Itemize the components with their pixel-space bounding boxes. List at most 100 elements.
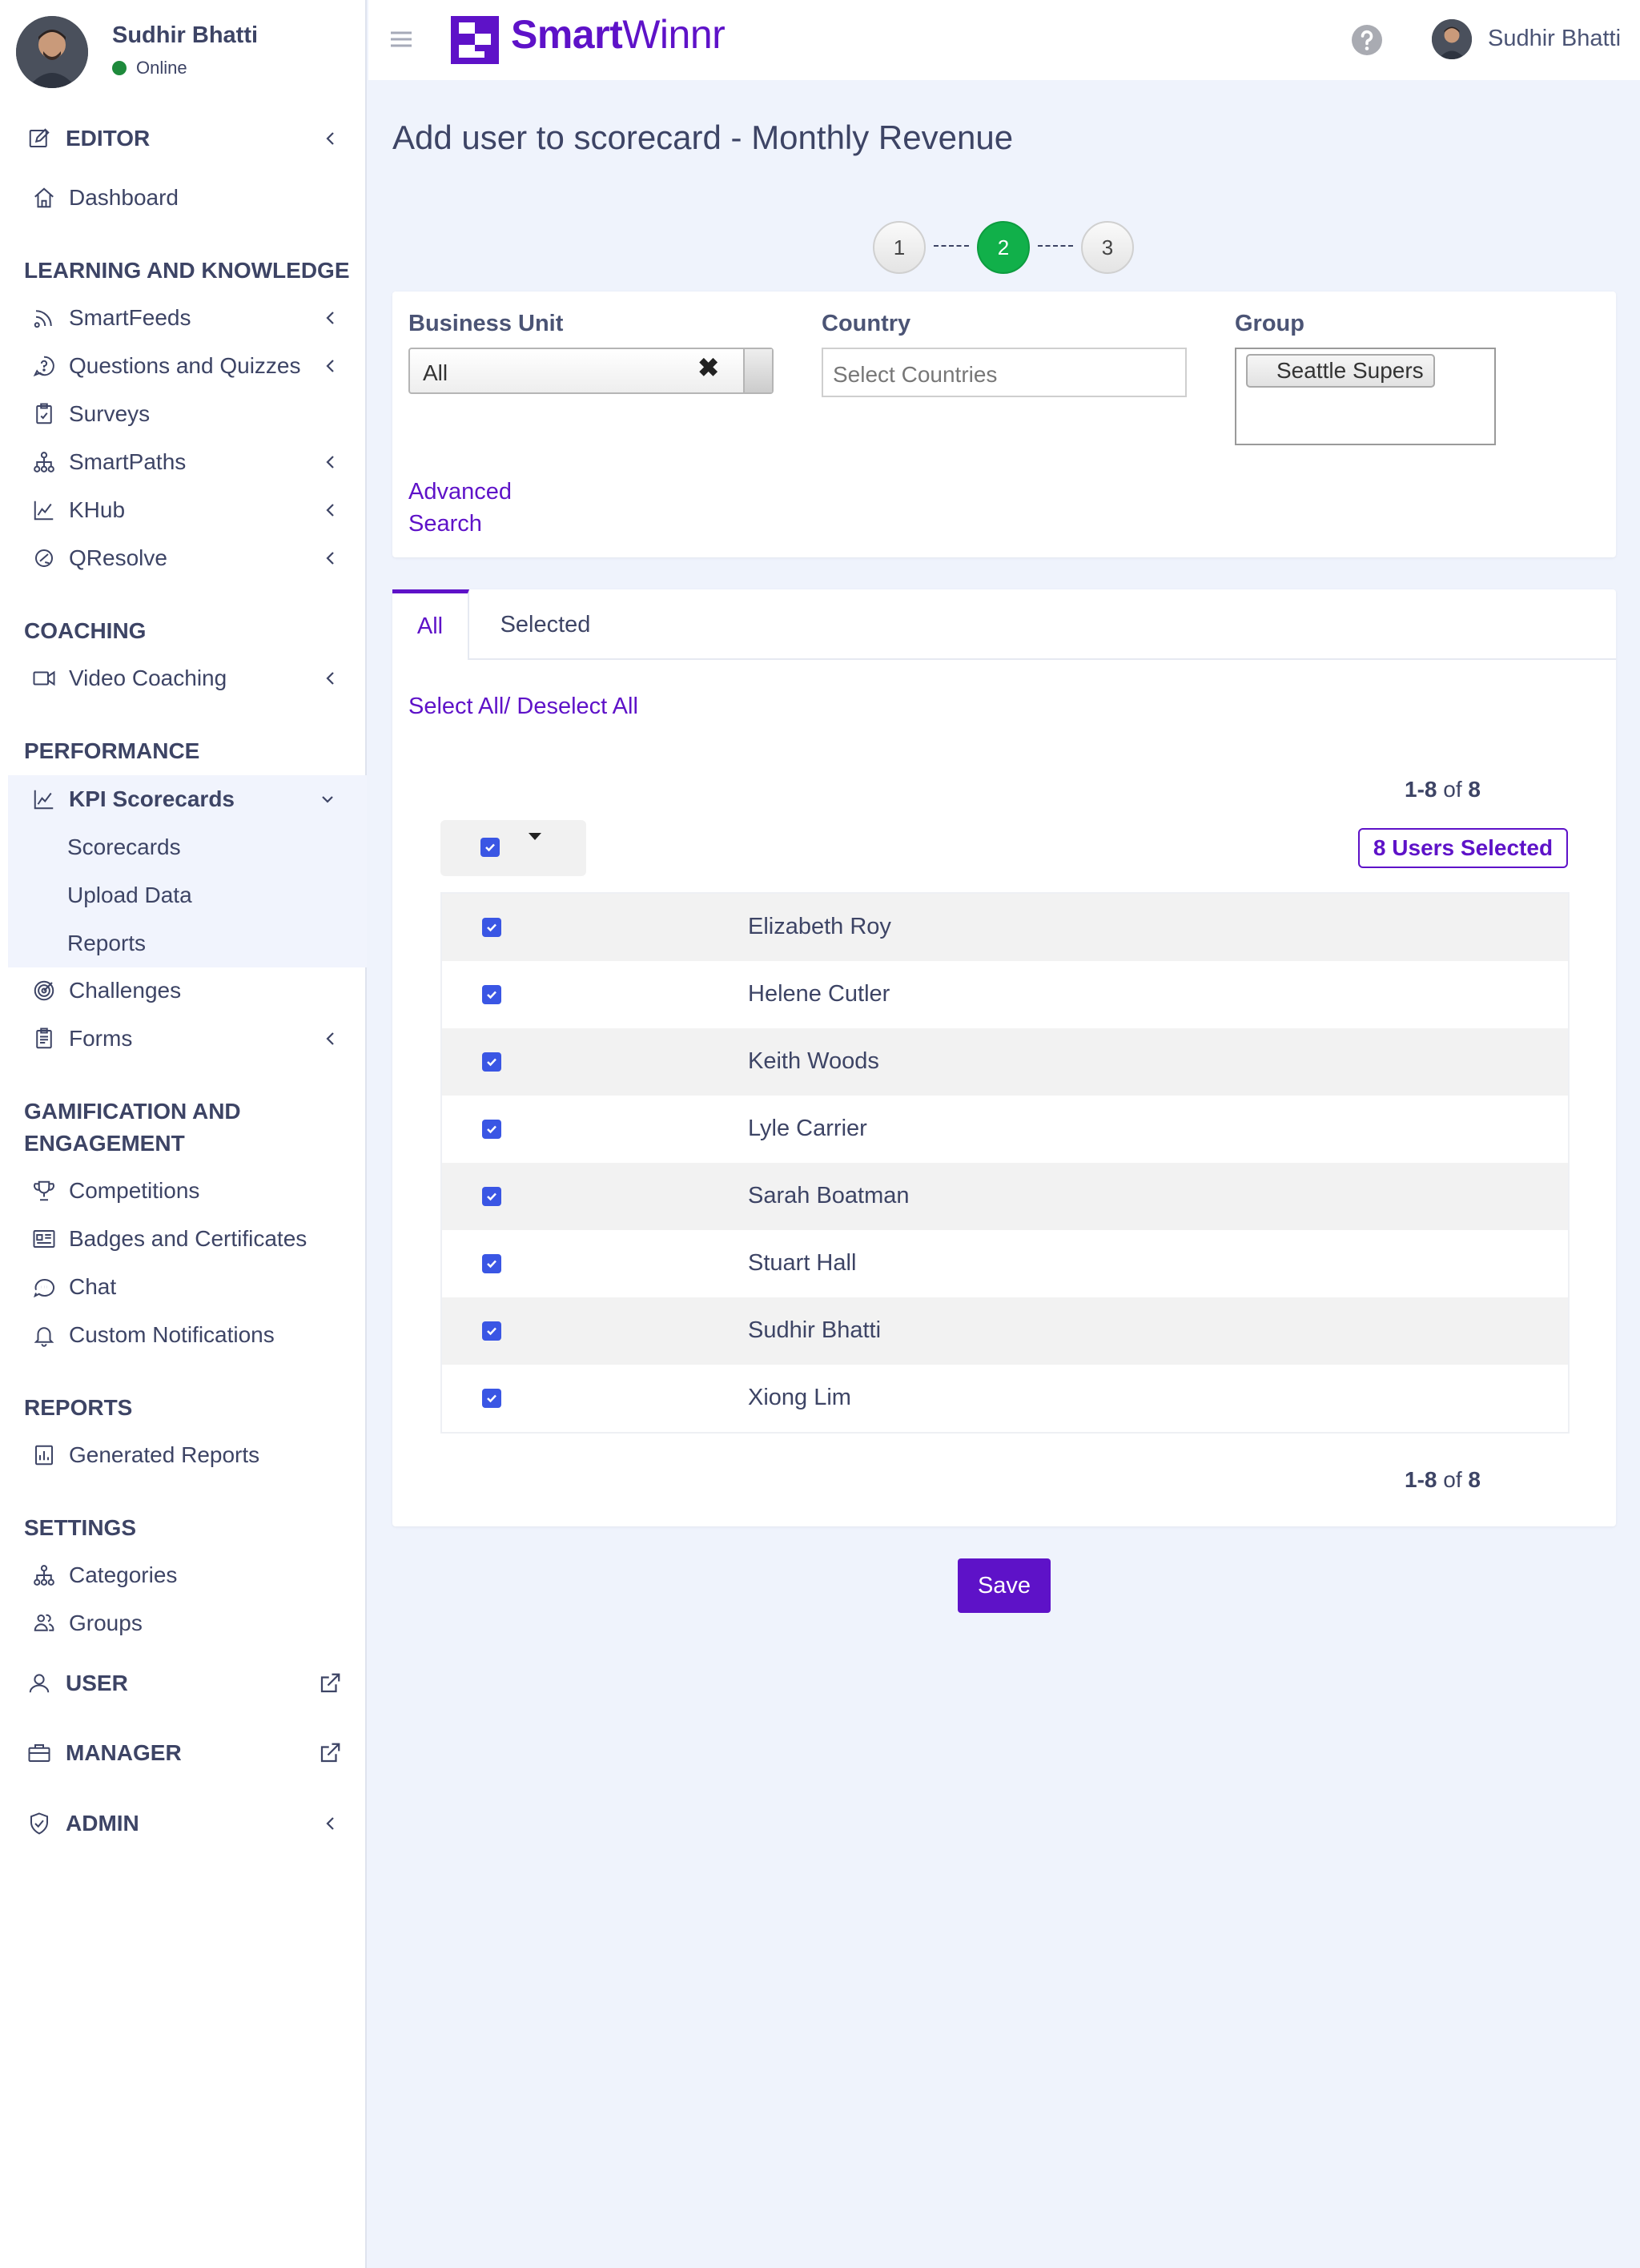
question-bubble-icon [30, 352, 58, 380]
help-icon[interactable] [1351, 24, 1383, 56]
nav-smartpaths[interactable]: SmartPaths [8, 439, 367, 485]
business-unit-select[interactable]: All ✖ [408, 348, 774, 394]
nav-challenges[interactable]: Challenges [8, 967, 367, 1014]
smartwinnr-logo-icon[interactable] [451, 16, 499, 64]
pager-range: 1-8 [1405, 1467, 1437, 1492]
nav-manager[interactable]: MANAGER [8, 1730, 367, 1776]
avatar[interactable] [16, 16, 88, 88]
table-row[interactable]: Stuart Hall [442, 1230, 1568, 1297]
edit-icon [26, 125, 53, 152]
briefcase-icon [26, 1739, 53, 1767]
nav-categories[interactable]: Categories [8, 1552, 367, 1598]
advanced-search-line2: Search [408, 511, 482, 537]
row-checkbox[interactable] [482, 1052, 501, 1072]
row-checkbox[interactable] [482, 1120, 501, 1139]
nav-editor[interactable]: EDITOR [8, 115, 367, 162]
table-row[interactable]: Helene Cutler [442, 961, 1568, 1028]
tab-all[interactable]: All [392, 589, 469, 660]
nav-generated-reports[interactable]: Generated Reports [8, 1432, 367, 1478]
step-connector [1038, 245, 1073, 247]
chevron-left-icon [326, 360, 334, 372]
table-row[interactable]: Xiong Lim [442, 1365, 1568, 1432]
section-learning: LEARNING AND KNOWLEDGE [24, 258, 350, 283]
nav-kpi-label: KPI Scorecards [69, 786, 235, 811]
row-checkbox[interactable] [482, 918, 501, 937]
save-button[interactable]: Save [958, 1558, 1051, 1613]
bulk-select-dropdown[interactable] [440, 820, 586, 876]
nav-kpi-scorecards[interactable]: KPI Scorecards [8, 775, 367, 823]
table-row[interactable]: Sudhir Bhatti [442, 1297, 1568, 1365]
nav-custom-notifications[interactable]: Custom Notifications [8, 1312, 367, 1358]
nav-competitions[interactable]: Competitions [8, 1168, 367, 1214]
section-gamification-line1: GAMIFICATION AND [24, 1099, 241, 1124]
nav-dashboard[interactable]: Dashboard [8, 175, 367, 221]
step-2-active[interactable]: 2 [977, 221, 1030, 274]
nav-smartfeeds-label: SmartFeeds [69, 305, 191, 330]
nav-user[interactable]: USER [8, 1660, 367, 1707]
feed-icon [30, 304, 58, 332]
advanced-search-link[interactable]: Advanced Search [408, 476, 537, 540]
select-all-checkbox[interactable] [480, 838, 500, 857]
chevron-left-icon [326, 1817, 334, 1830]
table-row[interactable]: Lyle Carrier [442, 1096, 1568, 1163]
nav-groups[interactable]: Groups [8, 1600, 367, 1647]
chart-line-icon [30, 497, 58, 524]
table-row[interactable]: Sarah Boatman [442, 1163, 1568, 1230]
caret-down-icon[interactable] [529, 833, 541, 840]
step-1[interactable]: 1 [873, 221, 926, 274]
nav-sub-scorecards-label: Scorecards [67, 834, 181, 859]
nav-surveys[interactable]: Surveys [8, 391, 367, 437]
row-checkbox[interactable] [482, 985, 501, 1004]
nav-qresolve[interactable]: QResolve [8, 535, 367, 581]
chevron-left-icon [326, 132, 334, 145]
select-all-link[interactable]: Select All/ Deselect All [408, 694, 638, 720]
tab-selected[interactable]: Selected [469, 589, 621, 660]
user-avatar[interactable] [1432, 19, 1472, 59]
chevron-left-icon [326, 504, 334, 517]
row-checkbox[interactable] [482, 1254, 501, 1273]
chat-icon [30, 1273, 58, 1301]
form-icon [30, 1025, 58, 1052]
nav-smartfeeds[interactable]: SmartFeeds [8, 295, 367, 341]
logo-text-rest: Winnr [622, 12, 726, 57]
nav-sub-reports[interactable]: Reports [8, 919, 367, 967]
table-row[interactable]: Elizabeth Roy [442, 894, 1568, 961]
dropdown-arrow-icon[interactable] [743, 349, 772, 392]
country-input[interactable]: Select Countries [822, 348, 1187, 397]
clear-icon[interactable]: ✖ [697, 352, 719, 383]
status-text: Online [136, 58, 187, 78]
chevron-left-icon [326, 552, 334, 565]
group-chip[interactable]: Seattle Supers [1246, 354, 1435, 388]
group-multiselect[interactable]: Seattle Supers [1235, 348, 1496, 445]
external-link-icon [320, 1673, 340, 1693]
nav-khub[interactable]: KHub [8, 487, 367, 533]
resolve-icon [30, 545, 58, 572]
chart-line-icon [30, 786, 58, 813]
nav-sub-scorecards[interactable]: Scorecards [8, 823, 367, 871]
nav-admin[interactable]: ADMIN [8, 1800, 367, 1847]
pager-range: 1-8 [1405, 777, 1437, 802]
trophy-icon [30, 1177, 58, 1204]
nav-forms-label: Forms [69, 1026, 133, 1051]
nav-chat[interactable]: Chat [8, 1264, 367, 1310]
user-icon [26, 1670, 53, 1697]
topbar: SmartWinnr Sudhir Bhatti [368, 0, 1640, 80]
nav-chat-label: Chat [69, 1274, 117, 1299]
step-3[interactable]: 3 [1081, 221, 1134, 274]
logo-text-bold: Smart [511, 12, 623, 57]
shield-icon [26, 1810, 53, 1837]
nav-forms[interactable]: Forms [8, 1015, 367, 1062]
row-checkbox[interactable] [482, 1389, 501, 1408]
nav-video-coaching[interactable]: Video Coaching [8, 655, 367, 702]
nav-badges[interactable]: Badges and Certificates [8, 1216, 367, 1262]
nav-user-label: USER [66, 1671, 128, 1695]
hamburger-menu-icon[interactable] [391, 30, 412, 48]
nav-sub-upload-data[interactable]: Upload Data [8, 871, 367, 919]
pager-bottom: 1-8 of 8 [1405, 1467, 1481, 1493]
logo-text[interactable]: SmartWinnr [511, 11, 726, 58]
topbar-user-name[interactable]: Sudhir Bhatti [1488, 26, 1621, 52]
nav-questions[interactable]: Questions and Quizzes [8, 343, 367, 389]
row-checkbox[interactable] [482, 1321, 501, 1341]
row-checkbox[interactable] [482, 1187, 501, 1206]
table-row[interactable]: Keith Woods [442, 1028, 1568, 1096]
